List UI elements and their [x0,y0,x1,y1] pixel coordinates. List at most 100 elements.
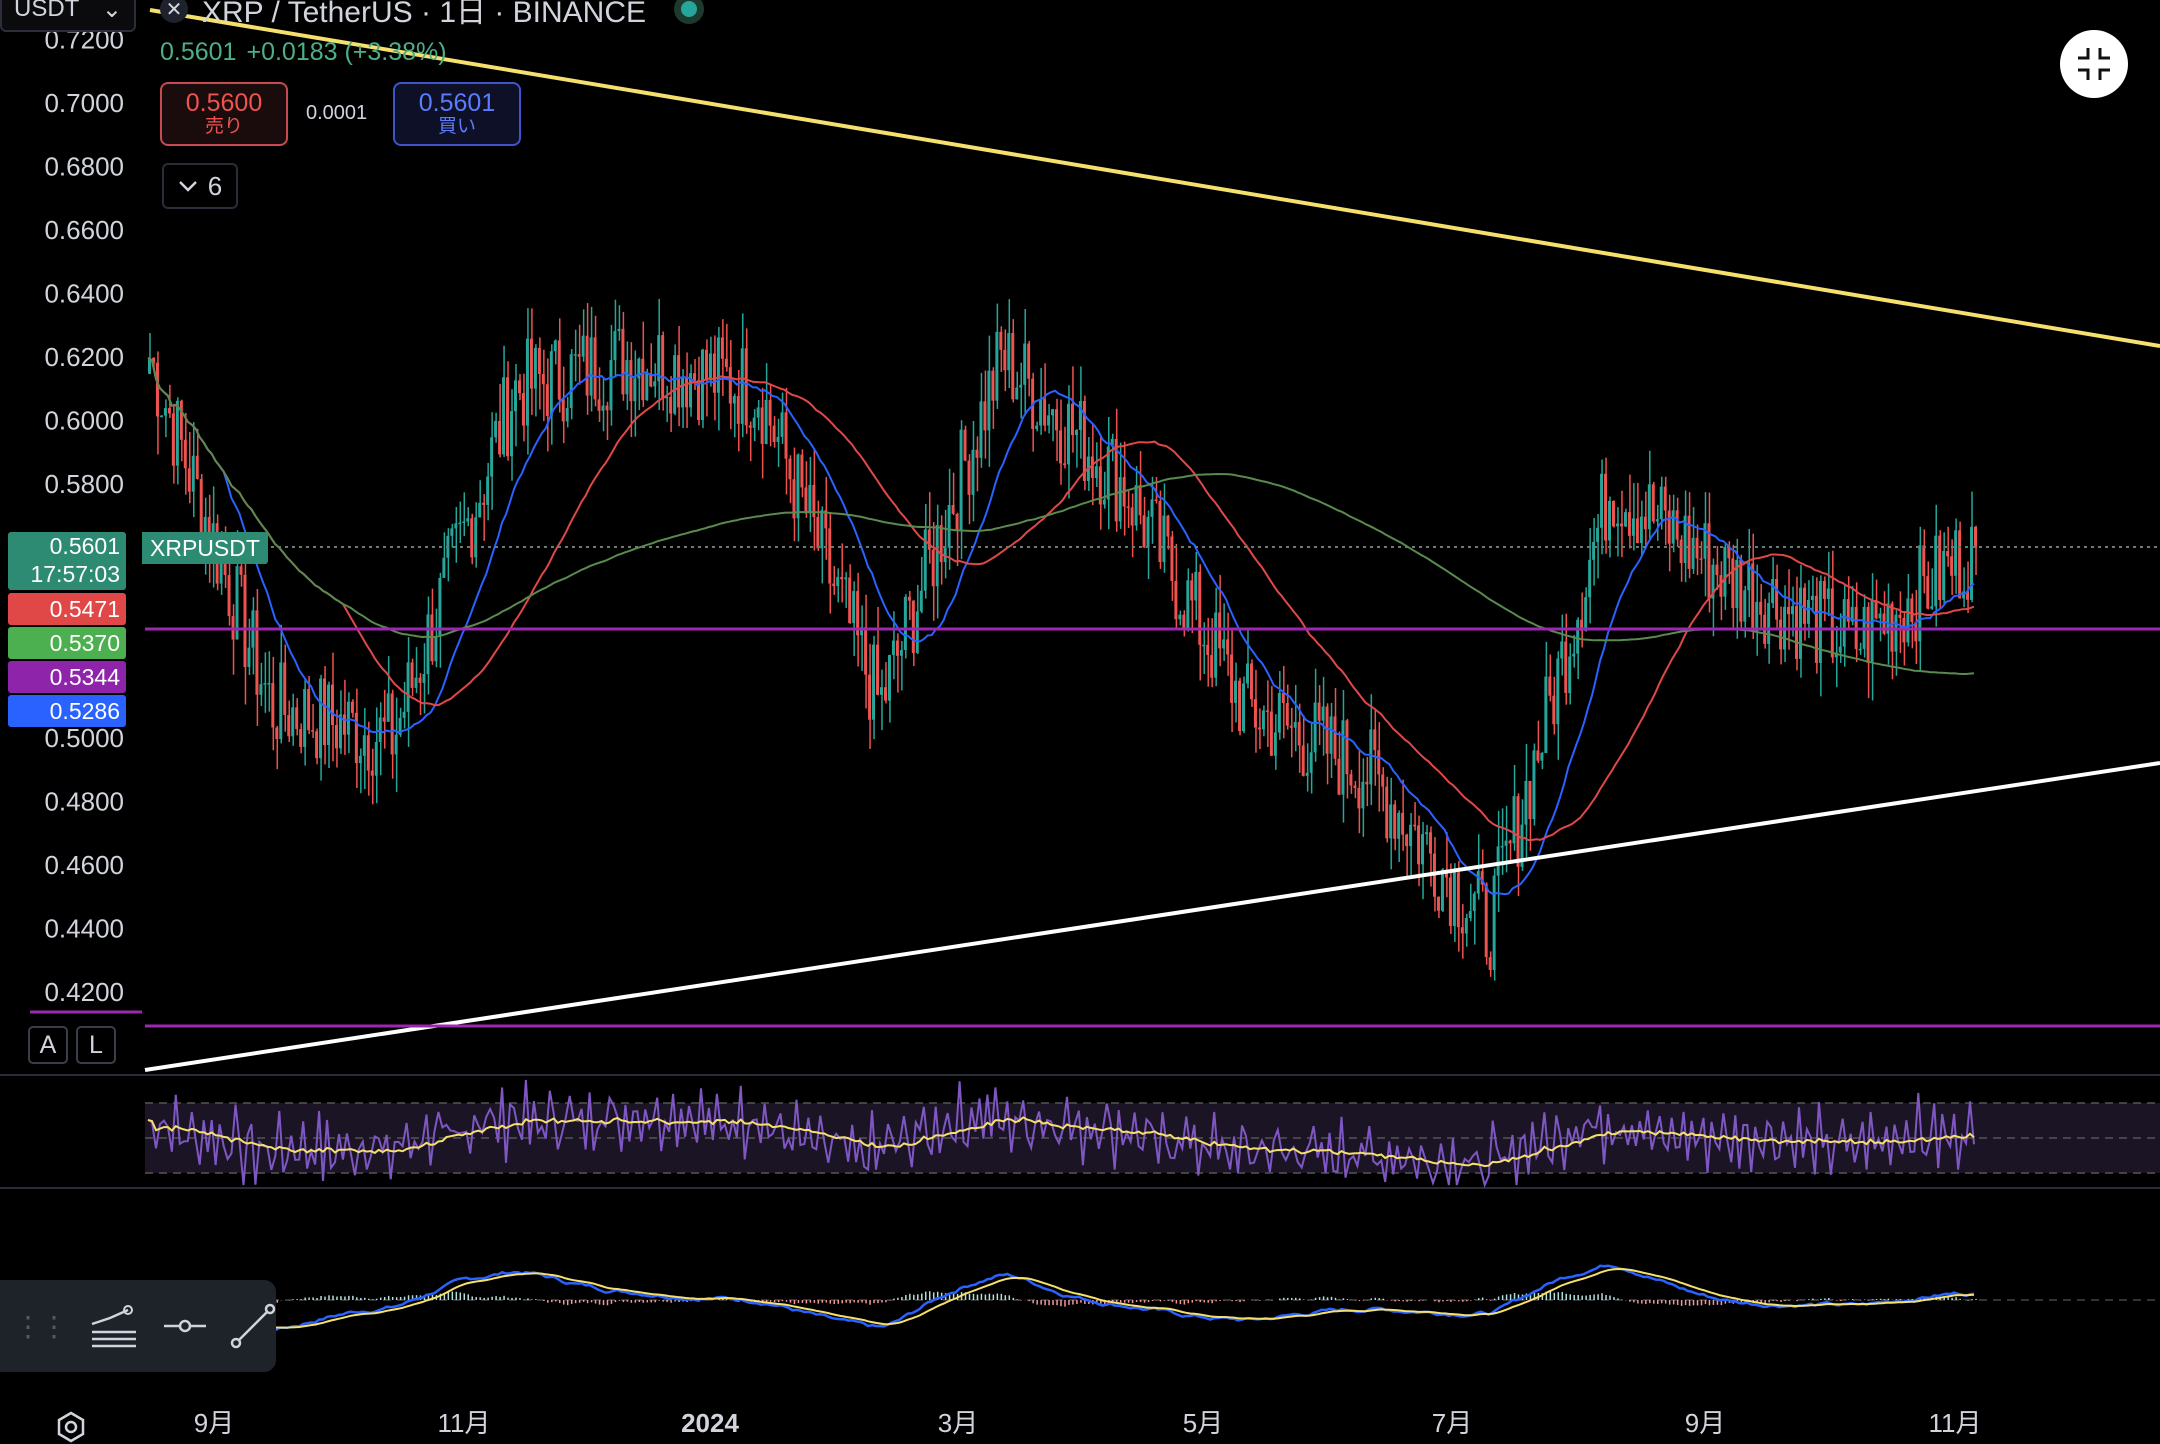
candle-body [589,337,593,396]
candle-body [1584,597,1588,631]
currency-selector[interactable]: USDT ⌄ [0,0,136,32]
drag-handle-icon[interactable]: ⋮⋮ [14,1310,68,1343]
candle-body [191,455,195,492]
candle-body [1926,576,1930,609]
candle-body [279,662,283,740]
candle-body [1170,536,1174,581]
candle-body [760,407,764,444]
candle-body [1858,648,1862,651]
candle-body [1528,780,1532,820]
candle-body [784,412,788,459]
candle-body [1257,727,1261,730]
candle-body [362,735,366,756]
candle-body [852,591,856,624]
candle-body [1838,646,1842,653]
candle-body [1524,780,1528,825]
candle-body [1691,537,1695,569]
candle-body [788,458,792,480]
candle-body [1190,580,1194,601]
candle-body [999,331,1003,350]
trend-line-icon[interactable] [230,1297,276,1355]
candle-body [1325,706,1329,754]
candle-body [1393,804,1397,839]
buy-button[interactable]: 0.5601 買い [393,82,521,146]
candle-body [533,347,537,389]
auto-scale-button[interactable]: A [28,1026,68,1064]
candle-body [1612,500,1615,527]
candle-body [155,362,159,417]
candle-body [410,662,414,688]
candle-body [1385,786,1389,839]
horizontal-ray-icon[interactable] [162,1297,208,1355]
log-scale-button[interactable]: L [76,1026,116,1064]
candle-body [1576,619,1580,654]
candle-body [752,417,756,428]
candle-body [577,354,581,357]
support-trendline[interactable] [144,761,2160,1072]
symbol-title[interactable]: ✕ XRP / TetherUS · 1日 · BINANCE [160,0,705,32]
candle-body [1146,516,1150,548]
candle-body [1409,824,1413,847]
candle-body [1484,884,1488,958]
candle-body [780,412,784,437]
candle-body [1142,515,1146,548]
candle-body [557,340,561,400]
candle-body [1210,655,1214,678]
candle-body [685,378,689,408]
candle-body [712,353,716,393]
candle-body [585,335,589,396]
candle-body [1564,641,1568,694]
sell-button[interactable]: 0.5600 売り [160,82,288,146]
candle-body [1679,539,1683,564]
candle-body [1214,612,1218,678]
candle-body [569,354,573,408]
time-tick: 9月 [194,1408,234,1438]
candle-body [1647,484,1651,530]
candle-body [1500,845,1504,848]
candle-body [772,425,776,442]
candle-body [951,505,955,514]
candle-body [1775,578,1779,620]
candle-body [673,355,677,414]
candle-body [887,654,891,701]
candle-body [1866,606,1870,663]
level-tag-purple: 0.5344 [8,661,126,693]
candle-body [1154,499,1158,501]
candle-body [370,770,374,776]
settings-icon[interactable] [54,1410,88,1444]
indicators-toggle-button[interactable]: 6 [162,163,238,209]
candle-body [697,380,700,421]
candle-body [179,400,183,440]
price-tick: 0.6600 [44,215,124,245]
candle-body [1560,641,1564,659]
candle-body [891,640,895,655]
candle-body [521,393,525,426]
candle-body [617,328,621,332]
candle-body [537,347,541,374]
candle-body [669,396,673,414]
candle-body [1198,571,1202,645]
price-chart[interactable]: 0.72000.70000.68000.66000.64000.62000.60… [0,0,2160,1440]
candle-body [1643,516,1647,530]
candle-body [1047,415,1051,426]
candle-body [1226,639,1230,655]
candle-body [613,331,617,361]
candle-body [720,337,724,359]
exit-fullscreen-button[interactable] [2060,30,2128,98]
candle-body [283,662,287,715]
candle-body [1938,535,1942,601]
candle-body [895,640,899,656]
candle-body [295,707,299,730]
drawing-toolbar[interactable]: ⋮⋮ [0,1280,276,1372]
candle-body [418,677,422,683]
candle-body [1413,824,1417,827]
ohlc-last: 0.5601 [160,38,237,66]
candle-body [1878,613,1882,619]
candle-body [625,360,629,395]
trend-line-list-icon[interactable] [88,1297,140,1355]
candle-body [1771,578,1775,604]
resistance-trendline[interactable] [149,8,2160,348]
candle-body [1572,653,1576,657]
candle-body [1182,614,1186,630]
candle-body [1421,834,1425,865]
